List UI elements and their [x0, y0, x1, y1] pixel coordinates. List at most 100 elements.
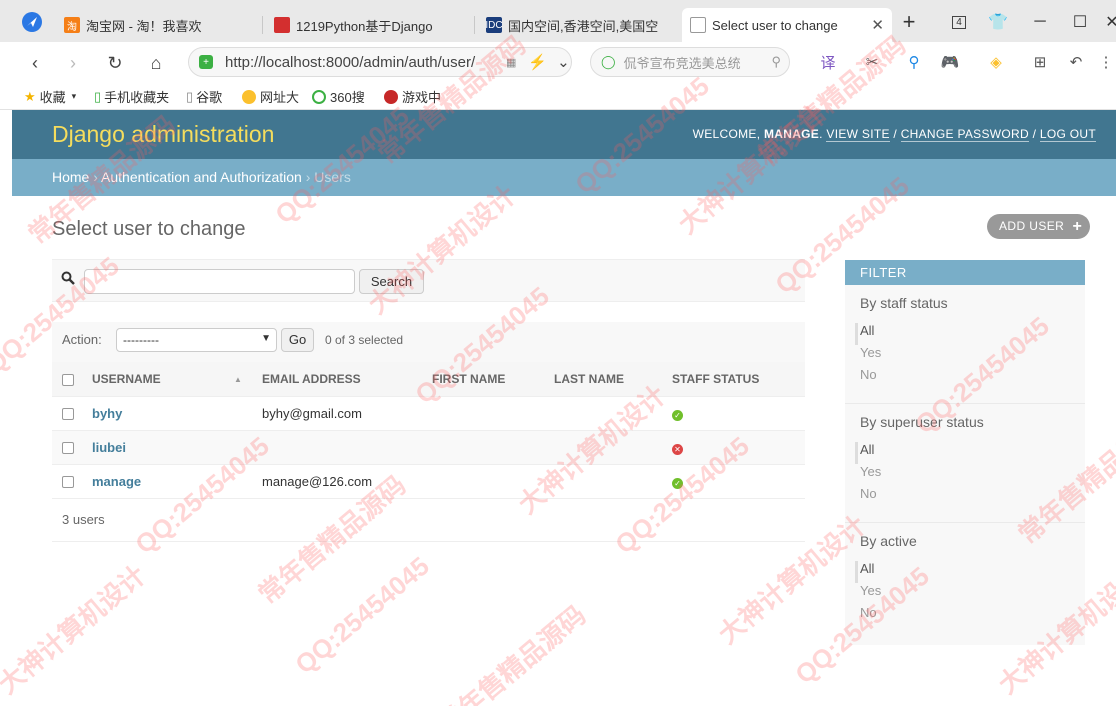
magnifier-icon[interactable]: ⚲: [904, 52, 924, 72]
column-first-name[interactable]: FIRST NAME: [424, 362, 546, 397]
django-admin-page: Django administration WELCOME, MANAGE. V…: [12, 110, 1116, 706]
translate-icon[interactable]: 译: [818, 52, 838, 72]
tab-idc[interactable]: IDC 国内空间,香港空间,美国空: [478, 10, 678, 40]
chevron-down-icon[interactable]: ⌄: [557, 53, 570, 71]
select-all-cell: [52, 362, 84, 397]
breadcrumb: Home › Authentication and Authorization …: [12, 159, 1116, 196]
changelist-filter: FILTER By staff status All Yes No By sup…: [845, 260, 1085, 645]
new-tab-icon[interactable]: +: [897, 9, 921, 34]
username-link[interactable]: liubei: [92, 440, 126, 455]
more-icon[interactable]: ⋮: [1096, 52, 1116, 72]
log-out-link[interactable]: LOG OUT: [1039, 127, 1096, 142]
coin-shield-icon[interactable]: ◈: [986, 52, 1006, 72]
close-tab-icon[interactable]: ✕: [871, 16, 884, 34]
close-window-icon[interactable]: ✕: [1100, 12, 1116, 32]
search-icon[interactable]: ⚲: [771, 54, 781, 70]
home-icon[interactable]: ⌂: [143, 50, 169, 76]
column-staff-status[interactable]: STAFF STATUS: [664, 362, 805, 397]
bookmark-mobile[interactable]: ▯ 手机收藏夹: [94, 87, 169, 106]
welcome-text: WELCOME,: [692, 127, 761, 141]
select-all-checkbox[interactable]: [62, 373, 74, 386]
breadcrumb-auth[interactable]: Authentication and Authorization: [101, 169, 302, 185]
filter-option-yes[interactable]: Yes: [860, 345, 1070, 367]
bookmark-hao[interactable]: 网址大: [242, 87, 299, 106]
breadcrumb-home[interactable]: Home: [52, 169, 89, 185]
undo-icon[interactable]: ↶: [1066, 52, 1086, 72]
view-site-link[interactable]: VIEW SITE: [826, 127, 890, 142]
bookmark-favorites[interactable]: ★ 收藏 ▾: [24, 87, 76, 106]
filter-option-all[interactable]: All: [855, 561, 1070, 583]
filter-option-yes[interactable]: Yes: [860, 464, 1070, 486]
tab-select-user[interactable]: Select user to change ✕: [682, 8, 892, 42]
filter-option-no[interactable]: No: [860, 486, 1070, 508]
username-link[interactable]: manage: [92, 474, 141, 489]
go-button[interactable]: Go: [281, 328, 314, 352]
forward-icon[interactable]: ›: [60, 50, 86, 76]
sort-ascending-icon[interactable]: ▲: [234, 375, 242, 384]
scissors-icon[interactable]: ✂: [862, 52, 882, 72]
shirt-icon[interactable]: 👕: [986, 12, 1010, 32]
filter-option-all[interactable]: All: [855, 442, 1070, 464]
last-name-cell: [546, 464, 664, 499]
bookmark-360[interactable]: 360搜: [312, 87, 365, 106]
url-bar[interactable]: + http://localhost:8000/admin/auth/user/…: [188, 47, 572, 77]
selection-count: 0 of 3 selected: [325, 333, 404, 347]
tab-count-icon[interactable]: 4: [947, 12, 971, 32]
browser-logo-icon[interactable]: [20, 12, 44, 32]
admin-header: Django administration WELCOME, MANAGE. V…: [12, 110, 1116, 159]
results-table: USERNAME ▲ EMAIL ADDRESS FIRST NAME LAST …: [52, 362, 805, 499]
column-username[interactable]: USERNAME ▲: [84, 362, 254, 397]
bookmark-games[interactable]: 游戏中: [384, 87, 441, 106]
browser-search-box[interactable]: ◯ 侃爷宣布竞选美总统 ⚲: [590, 47, 790, 77]
row-checkbox[interactable]: [62, 476, 74, 489]
tab-taobao[interactable]: 淘 淘宝网 - 淘！我喜欢: [56, 10, 256, 40]
url-text: http://localhost:8000/admin/auth/user/: [225, 53, 476, 71]
search-icon: [312, 89, 326, 104]
qr-icon[interactable]: ▦: [506, 56, 516, 69]
site-brand[interactable]: Django administration: [52, 121, 274, 148]
game-icon: [384, 89, 398, 104]
row-checkbox[interactable]: [62, 408, 74, 421]
change-password-link[interactable]: CHANGE PASSWORD: [900, 127, 1029, 142]
plus-icon: +: [1072, 218, 1083, 235]
username-link[interactable]: byhy: [92, 406, 122, 421]
filter-superuser-status: By superuser status All Yes No: [845, 404, 1085, 523]
search-input[interactable]: [84, 269, 355, 294]
filter-option-all[interactable]: All: [855, 323, 1070, 345]
row-checkbox[interactable]: [62, 442, 74, 455]
maximize-icon[interactable]: ☐: [1068, 12, 1092, 32]
last-name-cell: [546, 430, 664, 465]
search-button[interactable]: Search: [359, 269, 424, 294]
changelist-search: Search: [52, 259, 805, 302]
taobao-favicon-icon: 淘: [64, 17, 80, 33]
idc-favicon-icon: IDC: [485, 17, 503, 33]
apps-grid-icon[interactable]: ⊞: [1030, 52, 1050, 72]
filter-option-yes[interactable]: Yes: [860, 583, 1070, 605]
column-last-name[interactable]: LAST NAME: [546, 362, 664, 397]
cross-icon: ✕: [672, 443, 683, 455]
filter-staff-status: By staff status All Yes No: [845, 285, 1085, 404]
filter-option-no[interactable]: No: [860, 367, 1070, 389]
add-user-button[interactable]: ADD USER +: [987, 214, 1091, 239]
lightning-icon[interactable]: ⚡: [528, 53, 547, 71]
secure-shield-icon: +: [199, 55, 213, 69]
search-icon: [61, 271, 75, 288]
tab-python-django[interactable]: 1219Python基于Django: [266, 10, 466, 40]
page-icon: ▯: [186, 88, 194, 104]
column-email[interactable]: EMAIL ADDRESS: [254, 362, 424, 397]
gamepad-icon[interactable]: 🎮: [940, 52, 960, 72]
bookmark-google[interactable]: ▯ 谷歌: [186, 87, 222, 106]
filter-option-no[interactable]: No: [860, 605, 1070, 627]
user-tools: WELCOME, MANAGE. VIEW SITE / CHANGE PASS…: [692, 127, 1096, 142]
reload-icon[interactable]: ↻: [102, 50, 128, 76]
back-icon[interactable]: ‹: [22, 50, 48, 76]
address-bar-row: ‹ › ↻ ⌂ + http://localhost:8000/admin/au…: [0, 42, 1116, 82]
actions-bar: Action: --------- ▼ Go 0 of 3 selected: [52, 322, 805, 362]
tab-label: 国内空间,香港空间,美国空: [508, 18, 659, 34]
last-name-cell: [546, 396, 664, 431]
table-row: byhy byhy@gmail.com ✓: [52, 396, 805, 431]
minimize-icon[interactable]: ─: [1028, 12, 1052, 32]
action-select[interactable]: --------- ▼: [116, 328, 277, 352]
chevron-down-icon: ▾: [71, 91, 77, 101]
first-name-cell: [424, 464, 546, 499]
